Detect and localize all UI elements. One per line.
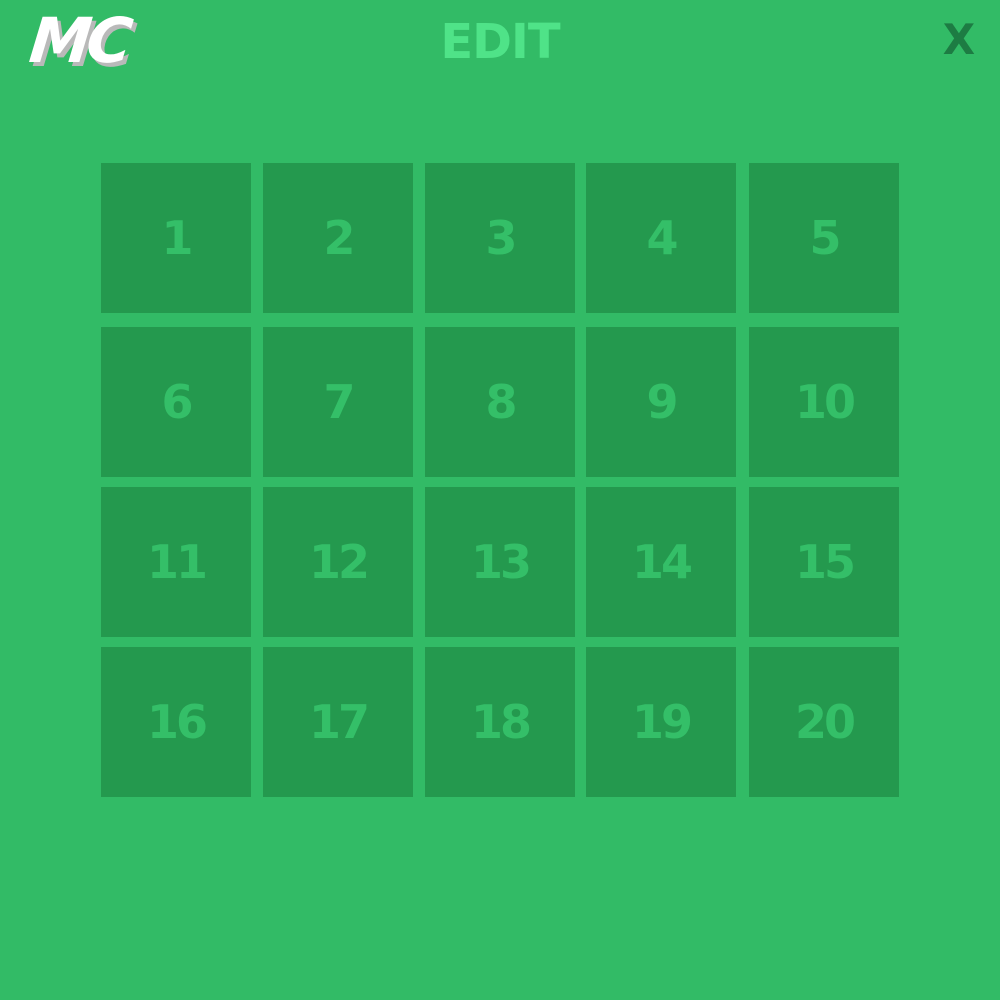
level-number: 3	[485, 211, 517, 265]
level-number: 14	[631, 535, 693, 589]
level-number: 16	[146, 695, 208, 749]
level-grid: 1 2 3 4 5 6 7 8 9 10 11 12 13 14 15 16 1…	[101, 163, 899, 797]
level-tile-16[interactable]: 16	[101, 647, 251, 797]
level-tile-12[interactable]: 12	[263, 487, 413, 637]
level-number: 13	[470, 535, 532, 589]
level-tile-7[interactable]: 7	[263, 327, 413, 477]
page-title: EDIT	[440, 14, 560, 70]
level-tile-3[interactable]: 3	[425, 163, 575, 313]
level-tile-6[interactable]: 6	[101, 327, 251, 477]
level-tile-2[interactable]: 2	[263, 163, 413, 313]
level-number: 1	[161, 211, 193, 265]
level-tile-11[interactable]: 11	[101, 487, 251, 637]
level-tile-1[interactable]: 1	[101, 163, 251, 313]
level-tile-20[interactable]: 20	[749, 647, 899, 797]
level-tile-4[interactable]: 4	[586, 163, 736, 313]
level-tile-8[interactable]: 8	[425, 327, 575, 477]
level-number: 19	[631, 695, 693, 749]
level-tile-13[interactable]: 13	[425, 487, 575, 637]
level-number: 11	[146, 535, 208, 589]
level-number: 15	[794, 535, 856, 589]
level-number: 10	[794, 375, 856, 429]
close-icon: X	[942, 15, 976, 64]
level-number: 7	[323, 375, 355, 429]
level-number: 5	[809, 211, 841, 265]
level-tile-5[interactable]: 5	[749, 163, 899, 313]
level-number: 18	[470, 695, 532, 749]
level-tile-15[interactable]: 15	[749, 487, 899, 637]
level-tile-19[interactable]: 19	[586, 647, 736, 797]
level-number: 2	[323, 211, 355, 265]
level-number: 8	[485, 375, 517, 429]
level-tile-14[interactable]: 14	[586, 487, 736, 637]
level-number: 20	[794, 695, 856, 749]
level-number: 6	[161, 375, 193, 429]
level-tile-17[interactable]: 17	[263, 647, 413, 797]
level-number: 9	[646, 375, 678, 429]
close-button[interactable]: X	[937, 18, 981, 62]
level-number: 12	[308, 535, 370, 589]
level-number: 4	[646, 211, 678, 265]
level-tile-10[interactable]: 10	[749, 327, 899, 477]
level-tile-18[interactable]: 18	[425, 647, 575, 797]
level-number: 17	[308, 695, 370, 749]
level-tile-9[interactable]: 9	[586, 327, 736, 477]
